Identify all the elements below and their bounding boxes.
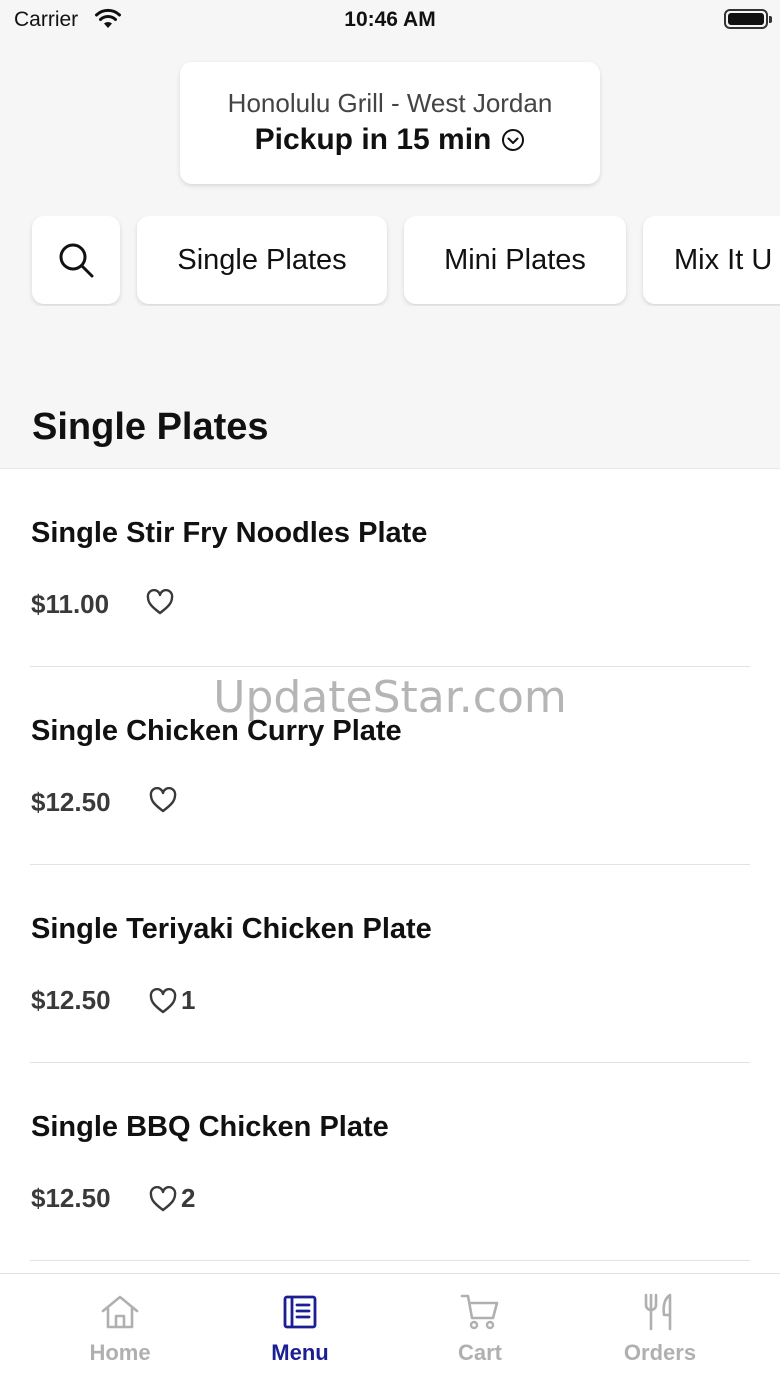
heart-icon bbox=[149, 1185, 177, 1211]
divider bbox=[30, 1260, 750, 1261]
search-icon bbox=[59, 243, 94, 278]
menu-item[interactable]: Single Chicken Curry Plate $12.50 bbox=[0, 667, 780, 865]
menu-item-price: $12.50 bbox=[31, 1183, 111, 1213]
chevron-down-circle-icon bbox=[502, 129, 525, 151]
tab-cart[interactable]: Cart bbox=[390, 1274, 570, 1387]
heart-icon bbox=[149, 987, 177, 1013]
menu-item-name: Single Teriyaki Chicken Plate bbox=[31, 913, 432, 945]
tab-menu-label: Menu bbox=[271, 1340, 329, 1365]
tab-menu[interactable]: Menu bbox=[210, 1274, 390, 1387]
category-chip-mix-it-up[interactable]: Mix It U bbox=[643, 216, 780, 304]
menu-item-name: Single BBQ Chicken Plate bbox=[31, 1111, 389, 1143]
menu-item[interactable]: Single BBQ Chicken Plate $12.50 2 bbox=[0, 1063, 780, 1261]
category-chip-bar[interactable]: Single Plates Mini Plates Mix It U bbox=[0, 216, 780, 306]
search-button[interactable] bbox=[32, 216, 120, 304]
menu-item-price: $11.00 bbox=[31, 589, 110, 619]
favorite-button[interactable]: 2 bbox=[149, 1183, 195, 1214]
status-bar: Carrier 10:46 AM bbox=[0, 0, 780, 40]
menu-item[interactable]: Single Teriyaki Chicken Plate $12.50 1 bbox=[0, 865, 780, 1063]
bottom-tab-bar: Home Menu Cart Orders bbox=[0, 1273, 780, 1387]
category-chip-mini-plates[interactable]: Mini Plates bbox=[404, 216, 626, 304]
heart-icon bbox=[149, 787, 177, 813]
fork-knife-icon bbox=[644, 1293, 672, 1331]
tab-home-label: Home bbox=[89, 1340, 151, 1365]
menu-item[interactable]: Single Stir Fry Noodles Plate $11.00 bbox=[0, 469, 780, 667]
favorite-count: 2 bbox=[181, 1183, 196, 1213]
menu-item-price: $12.50 bbox=[31, 985, 111, 1015]
pickup-time[interactable]: Pickup in 15 min bbox=[180, 123, 600, 157]
section-title: Single Plates bbox=[32, 406, 269, 448]
tab-orders[interactable]: Orders bbox=[570, 1274, 750, 1387]
menu-item-list: Single Stir Fry Noodles Plate $11.00 Sin… bbox=[0, 468, 780, 1274]
heart-icon bbox=[146, 589, 174, 615]
favorite-button[interactable]: 1 bbox=[149, 985, 195, 1016]
menu-icon bbox=[283, 1295, 317, 1329]
battery-icon bbox=[724, 9, 772, 29]
pickup-location-card[interactable]: Honolulu Grill - West Jordan Pickup in 1… bbox=[180, 62, 600, 184]
category-chip-single-plates[interactable]: Single Plates bbox=[137, 216, 387, 304]
store-name: Honolulu Grill - West Jordan bbox=[227, 88, 553, 118]
cart-icon bbox=[460, 1294, 499, 1330]
tab-orders-label: Orders bbox=[623, 1340, 697, 1365]
favorite-button[interactable] bbox=[146, 589, 178, 615]
home-icon bbox=[101, 1295, 139, 1329]
favorite-button[interactable] bbox=[149, 787, 181, 813]
pickup-label: Pickup in 15 min bbox=[254, 123, 492, 156]
menu-item-price: $12.50 bbox=[31, 787, 111, 817]
favorite-count: 1 bbox=[181, 985, 196, 1015]
tab-home[interactable]: Home bbox=[30, 1274, 210, 1387]
clock: 10:46 AM bbox=[344, 8, 436, 31]
menu-item-name: Single Stir Fry Noodles Plate bbox=[31, 517, 428, 549]
tab-cart-label: Cart bbox=[457, 1340, 502, 1365]
menu-item-name: Single Chicken Curry Plate bbox=[31, 715, 402, 747]
